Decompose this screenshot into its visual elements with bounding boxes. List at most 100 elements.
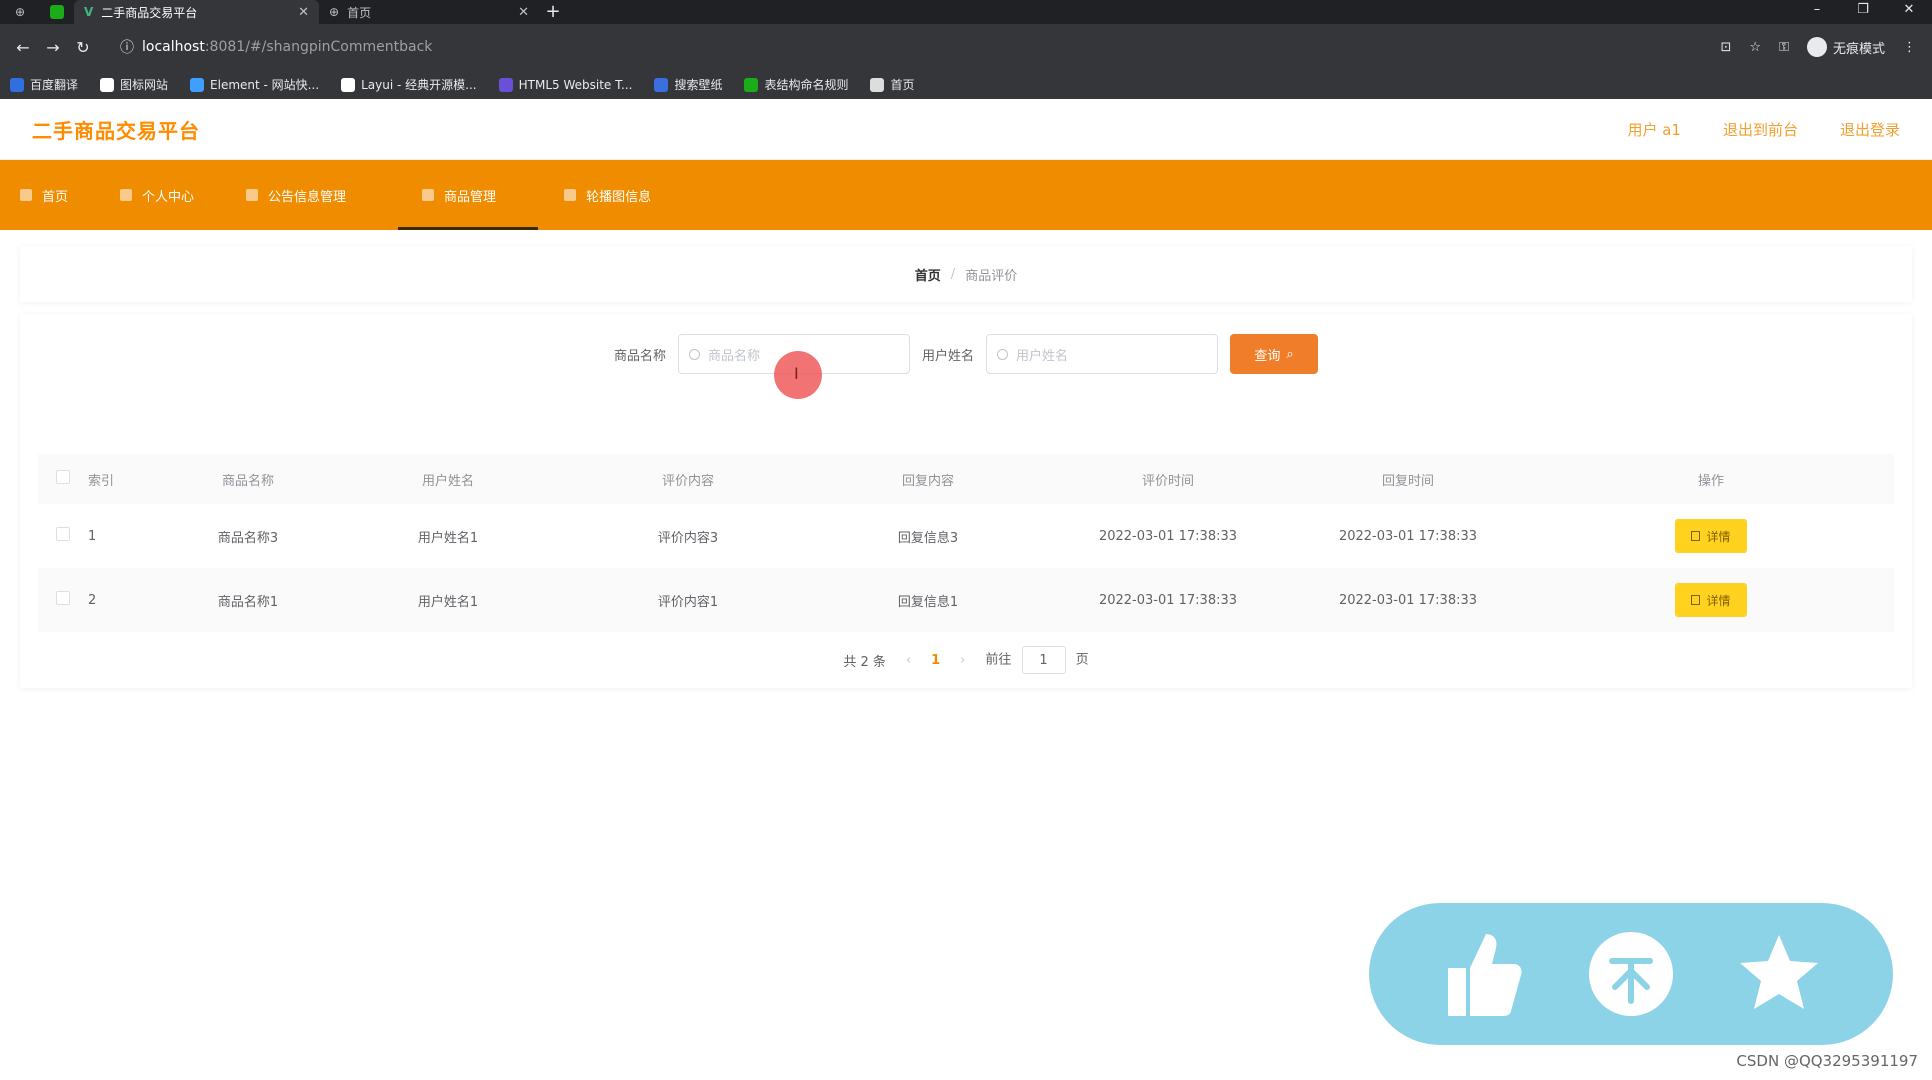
document-icon xyxy=(1691,531,1701,541)
nav-label: 商品管理 xyxy=(444,189,497,205)
user-label[interactable]: 用户 a1 xyxy=(1627,119,1681,140)
key-icon[interactable]: ⚿ xyxy=(1779,40,1789,55)
bookmark-label: Layui - 经典开源模... xyxy=(361,78,477,92)
pinned-tab[interactable] xyxy=(40,0,74,24)
detail-button[interactable]: 详情 xyxy=(1675,583,1747,617)
bookmark-item[interactable]: 表结构命名规则 xyxy=(744,76,848,93)
address-bar: ← → ↻ ⓘ localhost :8081/#/shangpinCommen… xyxy=(0,24,1932,70)
bookmark-icon xyxy=(100,77,115,92)
nav-item-home[interactable]: 首页 xyxy=(20,160,94,230)
search-form: 商品名称 商品名称 用户姓名 用户姓名 查询 ⌕ xyxy=(20,334,1912,374)
translate-icon[interactable]: ⊡ xyxy=(1721,40,1732,55)
mouse-cursor-highlight xyxy=(774,351,822,399)
cell-comment-time: 2022-03-01 17:38:33 xyxy=(1098,528,1238,544)
coin-icon[interactable] xyxy=(1586,929,1676,1019)
reload-icon[interactable]: ↻ xyxy=(68,38,98,57)
breadcrumb-current: 商品评价 xyxy=(965,268,1018,284)
query-label: 查询 xyxy=(1254,348,1281,364)
bookmark-icon xyxy=(870,77,885,92)
page-jump-input[interactable]: 1 xyxy=(1021,646,1066,674)
bookmark-icon xyxy=(498,77,513,92)
bookmark-label: Element - 网站快... xyxy=(210,78,320,92)
query-button[interactable]: 查询 ⌕ xyxy=(1230,334,1319,374)
breadcrumb-separator: / xyxy=(950,266,956,282)
document-icon xyxy=(1691,595,1701,605)
bookmark-item[interactable]: Element - 网站快... xyxy=(190,76,319,93)
col-header: 评价时间 xyxy=(1048,454,1288,504)
app-header: 二手商品交易平台 用户 a1 退出到前台 退出登录 xyxy=(0,99,1932,160)
new-tab-button[interactable]: + xyxy=(539,0,567,24)
url-field[interactable]: ⓘ localhost :8081/#/shangpinCommentback xyxy=(108,32,1721,62)
tab-active[interactable]: V 二手商品交易平台 ✕ xyxy=(74,0,319,24)
col-header: 回复内容 xyxy=(808,454,1048,504)
thumbs-up-icon[interactable] xyxy=(1438,929,1528,1019)
page-number-current[interactable]: 1 xyxy=(931,653,940,668)
bookmark-label: 百度翻译 xyxy=(30,78,79,92)
logout-link[interactable]: 退出登录 xyxy=(1840,119,1900,140)
restore-icon[interactable]: ❐ xyxy=(1840,0,1886,20)
bookmark-icon xyxy=(654,77,669,92)
cell-reply: 回复信息3 xyxy=(897,530,959,546)
back-icon[interactable]: ← xyxy=(8,38,38,57)
header-actions: 用户 a1 退出到前台 退出登录 xyxy=(1627,119,1900,140)
cell-index: 2 xyxy=(88,568,168,632)
tab-home[interactable]: ⊕ 首页 ✕ xyxy=(319,0,539,24)
pager-goto-label: 前往 xyxy=(985,652,1012,668)
star-favorite-icon[interactable] xyxy=(1734,929,1824,1019)
more-menu-icon[interactable]: ⋮ xyxy=(1903,40,1916,55)
select-all-checkbox[interactable] xyxy=(56,470,70,484)
bookmark-item[interactable]: 百度翻译 xyxy=(10,76,78,93)
breadcrumb-home[interactable]: 首页 xyxy=(915,265,941,284)
row-select-cell xyxy=(38,568,88,632)
bookmark-label: 表结构命名规则 xyxy=(764,78,849,92)
col-header: 操作 xyxy=(1528,454,1894,504)
browser-menu-icon[interactable]: ⊕ xyxy=(0,0,40,24)
detail-button[interactable]: 详情 xyxy=(1675,519,1747,553)
cell-reply-time: 2022-03-01 17:38:33 xyxy=(1288,568,1528,632)
nav-item-notice[interactable]: 公告信息管理 xyxy=(246,160,372,230)
vue-icon: V xyxy=(84,5,94,19)
row-checkbox[interactable] xyxy=(56,527,70,541)
main-card: 商品名称 商品名称 用户姓名 用户姓名 查询 ⌕ 索引 商品名称 用户姓名 评价… xyxy=(20,314,1912,688)
comment-table: 索引 商品名称 用户姓名 评价内容 回复内容 评价时间 回复时间 操作 1 商品… xyxy=(38,454,1894,632)
bookmark-item[interactable]: Layui - 经典开源模... xyxy=(341,76,477,93)
search-icon: ⌕ xyxy=(1286,346,1294,362)
incognito-icon xyxy=(1806,37,1827,57)
nav-item-product[interactable]: 商品管理 xyxy=(398,160,539,230)
cell-comment-time: 2022-03-01 17:38:33 xyxy=(1048,568,1288,632)
minimize-icon[interactable]: – xyxy=(1794,0,1840,20)
back-to-front-link[interactable]: 退出到前台 xyxy=(1723,119,1798,140)
cell-product: 商品名称1 xyxy=(168,568,328,632)
cell-action: 详情 xyxy=(1528,504,1894,568)
pager-total: 共 2 条 xyxy=(843,654,886,670)
next-page-icon[interactable]: › xyxy=(960,653,965,668)
bookmark-item[interactable]: 图标网站 xyxy=(100,76,168,93)
forward-icon[interactable]: → xyxy=(38,38,68,57)
bookmark-item[interactable]: 搜索壁纸 xyxy=(654,76,722,93)
nav-item-carousel[interactable]: 轮播图信息 xyxy=(564,160,677,230)
bookmark-item[interactable]: 首页 xyxy=(870,76,915,93)
close-tab-icon[interactable]: ✕ xyxy=(518,5,529,20)
product-name-label: 商品名称 xyxy=(613,348,666,364)
bookmark-label: 首页 xyxy=(890,78,915,92)
pager-unit-label: 页 xyxy=(1075,652,1089,668)
user-name-label: 用户姓名 xyxy=(922,348,975,364)
bookmark-label: 搜索壁纸 xyxy=(674,78,723,92)
close-window-icon[interactable]: ✕ xyxy=(1886,0,1932,20)
row-checkbox[interactable] xyxy=(56,591,70,605)
main-nav: 首页 个人中心 公告信息管理 商品管理 轮播图信息 xyxy=(0,160,1932,230)
nav-item-profile[interactable]: 个人中心 xyxy=(120,160,220,230)
cell-index: 1 xyxy=(88,528,97,544)
close-tab-icon[interactable]: ✕ xyxy=(298,5,309,20)
browser-chrome: ⊕ V 二手商品交易平台 ✕ ⊕ 首页 ✕ + – ❐ ✕ ← → ↻ ⓘ lo… xyxy=(0,0,1932,99)
bookmark-icon xyxy=(744,77,759,92)
user-name-input[interactable]: 用户姓名 xyxy=(986,334,1219,374)
app-title: 二手商品交易平台 xyxy=(32,118,200,143)
window-controls: – ❐ ✕ xyxy=(1794,0,1932,20)
star-icon[interactable]: ☆ xyxy=(1749,40,1761,55)
prev-page-icon[interactable]: ‹ xyxy=(906,653,911,668)
incognito-indicator[interactable]: 无痕模式 xyxy=(1806,37,1885,57)
bookmark-item[interactable]: HTML5 Website T... xyxy=(498,77,632,92)
cell-reply-time: 2022-03-01 17:38:33 xyxy=(1338,528,1478,544)
cell-product: 商品名称3 xyxy=(217,530,279,546)
